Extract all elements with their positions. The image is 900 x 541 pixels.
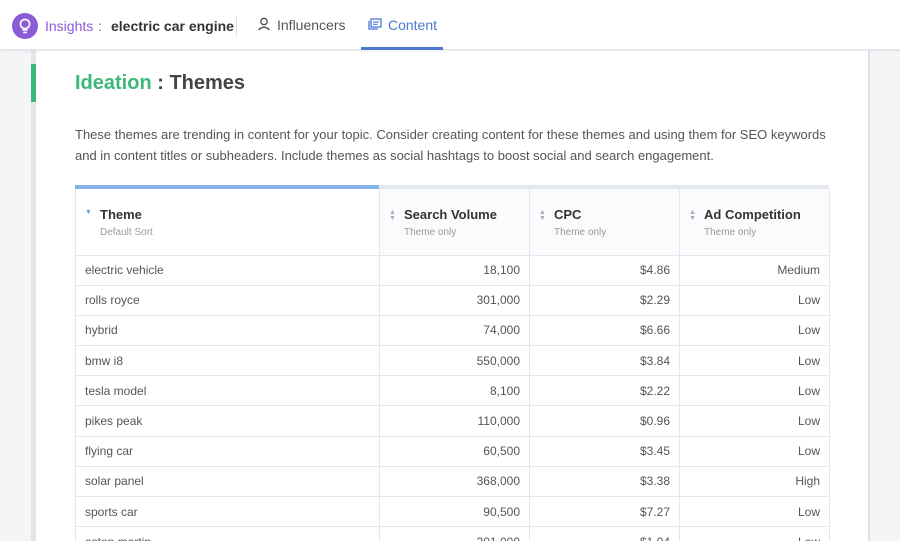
cell-search-volume: 368,000	[379, 466, 530, 498]
column-header-search-volume[interactable]: ▲ ▼ Search Volume Theme only	[379, 189, 530, 256]
column-header-label: Search Volume	[404, 207, 497, 222]
content-icon	[368, 17, 382, 33]
cell-ad-competition: Low	[679, 345, 830, 377]
cell-ad-competition: Low	[679, 496, 830, 528]
page-title-themes: Themes	[169, 72, 246, 94]
lightbulb-icon[interactable]	[12, 13, 38, 39]
table-row[interactable]: electric vehicle 18,100 $4.86 Medium	[75, 255, 830, 286]
cell-theme: hybrid	[75, 315, 380, 347]
cell-cpc: $3.38	[529, 466, 680, 498]
column-header-theme[interactable]: ▼ Theme Default Sort	[75, 189, 380, 256]
cell-cpc: $2.29	[529, 285, 680, 316]
cell-ad-competition: Low	[679, 436, 830, 467]
cell-search-volume: 74,000	[379, 315, 530, 347]
cell-search-volume: 301,000	[379, 285, 530, 316]
cell-search-volume: 18,100	[379, 255, 530, 286]
cell-ad-competition: Low	[679, 405, 830, 437]
table-row[interactable]: flying car 60,500 $3.45 Low	[75, 436, 830, 467]
tab-content-label: Content	[387, 17, 438, 33]
breadcrumb-topic: electric car engine	[111, 18, 234, 34]
cell-cpc: $7.27	[529, 496, 680, 528]
cell-search-volume: 90,500	[379, 496, 530, 528]
page-title-ideation: Ideation	[75, 72, 152, 94]
column-header-sublabel: Theme only	[404, 227, 457, 238]
cell-cpc: $3.84	[529, 345, 680, 377]
breadcrumb-separator: :	[98, 18, 102, 34]
cell-theme: aston martin	[75, 526, 380, 541]
cell-ad-competition: Low	[679, 375, 830, 407]
column-header-label: Theme	[100, 207, 142, 222]
table-header-row: ▼ Theme Default Sort ▲ ▼ Search Volume Th…	[75, 189, 830, 256]
tab-influencers-label: Influencers	[277, 17, 346, 33]
cell-ad-competition: High	[679, 466, 830, 498]
cell-search-volume: 110,000	[379, 405, 530, 437]
cell-search-volume: 550,000	[379, 345, 530, 377]
table-top-accent	[75, 185, 829, 189]
active-tab-indicator	[361, 47, 443, 50]
column-header-sublabel: Theme only	[554, 227, 607, 238]
nav-divider	[236, 16, 237, 36]
cell-cpc: $6.66	[529, 315, 680, 347]
cell-theme: rolls royce	[75, 285, 380, 316]
tab-influencers[interactable]: Influencers	[257, 0, 345, 50]
table-row[interactable]: rolls royce 301,000 $2.29 Low	[75, 285, 830, 316]
cell-ad-competition: Low	[679, 285, 830, 316]
cell-ad-competition: Low	[679, 526, 830, 541]
cell-cpc: $0.96	[529, 405, 680, 437]
tab-content[interactable]: Content	[362, 0, 443, 50]
column-header-sublabel: Default Sort	[100, 227, 153, 238]
cell-cpc: $4.86	[529, 255, 680, 286]
sort-icon: ▲ ▼	[539, 209, 546, 222]
table-row[interactable]: solar panel 368,000 $3.38 High	[75, 466, 830, 498]
themes-table-container: ▼ Theme Default Sort ▲ ▼ Search Volume Th…	[75, 185, 830, 541]
cell-theme: flying car	[75, 436, 380, 467]
cell-theme: solar panel	[75, 466, 380, 498]
sort-icon: ▲ ▼	[689, 209, 696, 222]
page-title: Ideation : Themes	[75, 72, 245, 95]
page-title-separator: :	[157, 72, 164, 94]
table-row[interactable]: aston martin 301,000 $1.04 Low	[75, 526, 830, 541]
cell-cpc: $1.04	[529, 526, 680, 541]
table-row[interactable]: sports car 90,500 $7.27 Low	[75, 496, 830, 528]
cell-theme: pikes peak	[75, 405, 380, 437]
column-header-label: CPC	[554, 207, 582, 222]
page-description: These themes are trending in content for…	[75, 127, 826, 163]
cell-search-volume: 301,000	[379, 526, 530, 541]
sort-descending-icon: ▼	[85, 209, 92, 216]
breadcrumb-insights-link[interactable]: Insights	[45, 18, 93, 34]
sort-icon: ▲ ▼	[389, 209, 396, 222]
column-header-cpc[interactable]: ▲ ▼ CPC Theme only	[529, 189, 680, 256]
table-top-border	[379, 185, 829, 189]
table-row[interactable]: pikes peak 110,000 $0.96 Low	[75, 405, 830, 437]
cell-theme: bmw i8	[75, 345, 380, 377]
column-header-label: Ad Competition	[704, 207, 801, 222]
column-header-ad-competition[interactable]: ▲ ▼ Ad Competition Theme only	[679, 189, 830, 256]
column-header-sublabel: Theme only	[704, 227, 757, 238]
table-row[interactable]: hybrid 74,000 $6.66 Low	[75, 315, 830, 347]
table-row[interactable]: bmw i8 550,000 $3.84 Low	[75, 345, 830, 377]
cell-search-volume: 60,500	[379, 436, 530, 467]
cell-search-volume: 8,100	[379, 375, 530, 407]
cell-ad-competition: Medium	[679, 255, 830, 286]
themes-table: ▼ Theme Default Sort ▲ ▼ Search Volume Th…	[75, 189, 830, 541]
cell-theme: tesla model	[75, 375, 380, 407]
person-icon	[257, 17, 271, 34]
table-row[interactable]: tesla model 8,100 $2.22 Low	[75, 375, 830, 407]
cell-theme: electric vehicle	[75, 255, 380, 286]
cell-theme: sports car	[75, 496, 380, 528]
top-navigation-bar: Insights : electric car engine Influence…	[0, 0, 900, 50]
cell-ad-competition: Low	[679, 315, 830, 347]
sorted-column-accent	[75, 185, 379, 189]
cell-cpc: $3.45	[529, 436, 680, 467]
cell-cpc: $2.22	[529, 375, 680, 407]
right-rail	[868, 50, 870, 541]
